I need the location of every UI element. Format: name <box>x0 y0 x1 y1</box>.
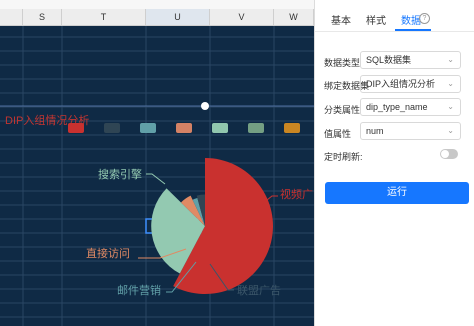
pie-chart[interactable]: DIP入组情况分析 视频广 搜索引擎 直接访问 邮件营销 联盟广告 <box>0 26 314 326</box>
help-icon[interactable]: ? <box>419 13 430 24</box>
category-value: dip_type_name <box>366 102 428 112</box>
legend-swatch[interactable] <box>140 123 156 133</box>
pie-slices <box>151 158 274 294</box>
column-header-w[interactable]: W <box>274 9 314 25</box>
tab-basic[interactable]: 基本 <box>331 12 351 27</box>
value-select[interactable]: num ⌄ <box>360 122 461 140</box>
label-alliance-ads: 联盟广告 <box>237 284 281 297</box>
legend-swatch[interactable] <box>104 123 120 133</box>
tab-data[interactable]: 数据 <box>401 12 421 27</box>
column-header-t[interactable]: T <box>62 9 146 25</box>
leader-line <box>146 173 166 185</box>
chevron-down-icon: ⌄ <box>447 79 454 88</box>
data-type-select[interactable]: SQL数据集 ⌄ <box>360 51 461 69</box>
label-video-ads: 视频广 <box>280 187 313 201</box>
toolbar-strip <box>0 0 314 9</box>
legend-swatch[interactable] <box>284 123 300 133</box>
tab-divider <box>315 31 474 32</box>
properties-panel: 基本 样式 数据 ? 数据类型 SQL数据集 ⌄ 绑定数据集 DIP入组情况分析… <box>314 0 474 326</box>
tab-style[interactable]: 样式 <box>366 12 386 27</box>
data-type-value: SQL数据集 <box>366 55 412 65</box>
label-direct-visit: 直接访问 <box>86 246 130 260</box>
category-label: 分类属性 <box>324 105 361 115</box>
label-search-engine: 搜索引擎 <box>98 167 142 181</box>
column-header-row: S T U V W <box>0 9 314 26</box>
data-type-label: 数据类型 <box>324 58 361 68</box>
refresh-toggle[interactable] <box>440 149 458 159</box>
chevron-down-icon: ⌄ <box>447 55 454 64</box>
column-header-blank <box>0 9 23 25</box>
dataset-select[interactable]: DIP入组情况分析 ⌄ <box>360 75 461 93</box>
label-email-marketing: 邮件营销 <box>117 283 161 297</box>
spreadsheet-canvas[interactable]: S T U V W DIP入组情况分析 视频广 搜索引擎 直接访问 邮件营销 联… <box>0 0 314 326</box>
toggle-knob <box>441 150 449 158</box>
column-header-s[interactable]: S <box>23 9 62 25</box>
refresh-label: 定时刷新: <box>324 152 363 162</box>
value-value: num <box>366 126 384 136</box>
category-select[interactable]: dip_type_name ⌄ <box>360 98 461 116</box>
chevron-down-icon: ⌄ <box>447 102 454 111</box>
run-button[interactable]: 运行 <box>325 182 469 204</box>
legend-swatch[interactable] <box>212 123 228 133</box>
legend-swatch[interactable] <box>176 123 192 133</box>
legend-swatch[interactable] <box>68 123 84 133</box>
legend-swatch[interactable] <box>248 123 264 133</box>
column-header-u[interactable]: U <box>146 9 210 25</box>
value-label: 值属性 <box>324 129 352 139</box>
dataset-value: DIP入组情况分析 <box>366 79 436 89</box>
chart-legend <box>68 123 300 133</box>
column-header-v[interactable]: V <box>210 9 274 25</box>
chevron-down-icon: ⌄ <box>447 126 454 135</box>
